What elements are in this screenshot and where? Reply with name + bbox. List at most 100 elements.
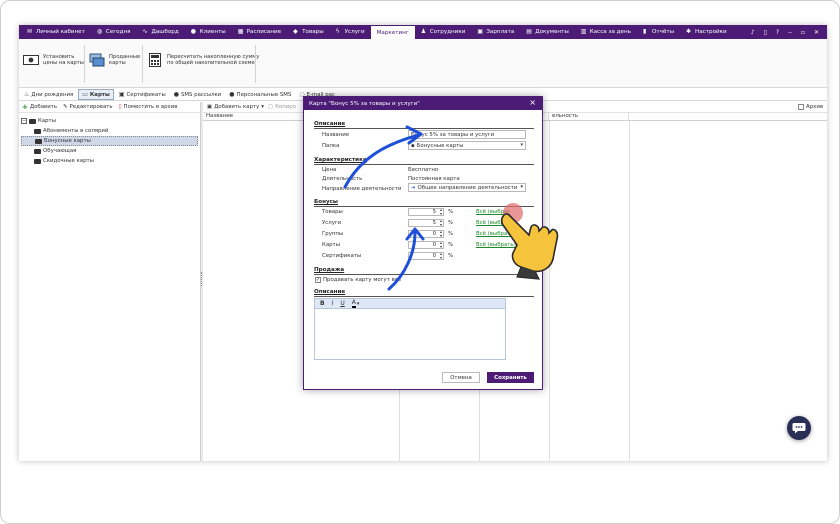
screenshot-frame: ✉ Личный кабинет ◍ Сегодня ∿ Дашборд ● Клиен… (0, 0, 840, 524)
recalc-line2: по общей накопительной схеме (167, 60, 255, 66)
tab-personal-sms[interactable]: ● Персональные SMS (226, 89, 294, 100)
pencil-icon: ✎ (63, 104, 68, 110)
nav-documents[interactable]: ▤ Документы (520, 25, 574, 39)
add-card-button[interactable]: ▣ Добавить карту ▾ (207, 104, 264, 110)
col-duration[interactable]: ельность (549, 113, 629, 120)
user-circle-icon: ● (190, 28, 196, 35)
sold-cards-button[interactable]: Проданные карты (89, 53, 140, 67)
add-button[interactable]: + Добавить (22, 103, 57, 111)
nav-reports[interactable]: ▮ Отчёты (637, 25, 680, 39)
tree-root[interactable]: − Карты (21, 116, 198, 126)
edit-button[interactable]: ✎ Редактировать (63, 104, 113, 110)
ribbon-separator (255, 45, 256, 83)
globe-icon: ◍ (96, 28, 103, 35)
bars-icon: ▮ (642, 28, 647, 35)
spin-arrows-icon[interactable]: ▴ ▾ (440, 219, 442, 227)
chevron-down-icon: ▾ (520, 184, 523, 190)
tree-item[interactable]: Обучающая (21, 146, 198, 156)
set-prices-line2: цены на карты (43, 60, 84, 66)
tree-item[interactable]: Абонементы в солярий (21, 126, 198, 136)
user-icon: ♟ (420, 28, 427, 35)
tree-item[interactable]: Скидочные карты (21, 156, 198, 166)
recalc-button[interactable]: Пересчитать накопленную сумму по общей на… (147, 53, 259, 67)
archive-checkbox[interactable] (798, 104, 805, 110)
nav-schedule[interactable]: ▦ Расписание (232, 25, 287, 39)
chevron-down-icon: ▾ (261, 104, 264, 110)
question-icon[interactable]: ? (776, 29, 779, 36)
nav-cabinet[interactable]: ✉ Личный кабинет (21, 25, 91, 39)
nav-staff[interactable]: ♟ Сотрудники (415, 25, 472, 39)
spin-arrows-icon[interactable]: ▴ ▾ (440, 241, 442, 249)
nav-settings[interactable]: ✱ Настройки (680, 25, 733, 39)
tab-sms[interactable]: ● SMS рассылки (171, 89, 225, 100)
spin-arrows-icon[interactable]: ▴ ▾ (440, 252, 442, 260)
percent-sign: % (448, 209, 454, 215)
section-sale: Продажа (314, 267, 345, 273)
ribbon-separator (84, 45, 85, 83)
left-panel: + Добавить ✎ Редактировать ▯ Поместить в ар… (19, 102, 201, 461)
banknote-icon (23, 53, 39, 67)
ribbon: Установить цены на карты Проданные карты П… (19, 39, 827, 88)
nav-marketing[interactable]: Маркетинг (370, 26, 415, 39)
cards-icon (89, 53, 105, 67)
pulse-icon: ∿ (142, 28, 148, 35)
nav-today[interactable]: ◍ Сегодня (91, 25, 137, 39)
chevron-down-icon[interactable]: ▾ (357, 301, 360, 307)
italic-button[interactable]: I (332, 300, 334, 307)
calculator-icon (147, 53, 163, 67)
folder-icon (34, 158, 41, 164)
chat-widget-button[interactable] (787, 416, 811, 440)
spin-arrows-icon[interactable]: ▴ ▾ (440, 208, 442, 216)
nav-dashboard[interactable]: ∿ Дашборд (137, 25, 185, 39)
close-icon[interactable]: × (529, 99, 536, 107)
chat-bubble-icon: ● (229, 91, 235, 98)
tab-birthdays[interactable]: ♨ Дни рождения (21, 89, 76, 100)
bonus-goods-label: Товары (322, 209, 343, 215)
percent-sign: % (448, 253, 454, 259)
bell-icon[interactable]: ♪ (751, 29, 755, 36)
collapse-icon[interactable]: − (21, 118, 27, 124)
gear-icon: ✱ (686, 28, 692, 35)
text-color-button[interactable]: A (351, 299, 356, 308)
nav-cash[interactable]: ▥ Касса за день (575, 25, 637, 39)
section-description-2: Описание (314, 289, 346, 295)
description-editor[interactable]: B I U A ▾ (314, 298, 506, 360)
top-nav: ✉ Личный кабинет ◍ Сегодня ∿ Дашборд ● Клиен… (19, 25, 827, 39)
restore-icon[interactable]: ▫ (801, 29, 805, 36)
set-prices-line1: Установить (43, 53, 75, 60)
calendar-icon: ▦ (237, 28, 244, 35)
trash-icon: ▯ (118, 104, 122, 110)
minimize-icon[interactable]: ‒ (788, 29, 792, 36)
nav-services[interactable]: ϟ Услуги (330, 25, 371, 39)
underline-button[interactable]: U (340, 300, 344, 307)
tab-cards[interactable]: ▭ Карты (78, 89, 114, 100)
archive-button[interactable]: ▯ Поместить в архив (119, 104, 178, 110)
lock-icon[interactable]: ▯ (764, 29, 767, 36)
register-icon: ▥ (580, 28, 587, 35)
archive-toggle[interactable]: Архив (798, 104, 823, 110)
close-icon[interactable]: ✕ (814, 29, 819, 36)
dialog-title: Карта "Бонус 5% за товары и услуги" (304, 97, 542, 110)
recalc-line1: Пересчитать накопленную сумму (167, 53, 260, 60)
set-prices-button[interactable]: Установить цены на карты (23, 53, 84, 67)
tree-item-selected[interactable]: Бонусные карты (21, 136, 198, 146)
box-icon: ◆ (293, 28, 298, 35)
nav-clients[interactable]: ● Клиенты (185, 25, 232, 39)
folder-icon (29, 118, 36, 124)
copy-button[interactable]: ▢ Копиро (268, 104, 296, 110)
left-toolbar: + Добавить ✎ Редактировать ▯ Поместить в ар… (19, 102, 200, 113)
grid-column-line (629, 121, 630, 461)
nav-salary[interactable]: ▣ Зарплата (471, 25, 520, 39)
card-add-icon: ▣ (207, 104, 213, 110)
tab-certificates[interactable]: ▣ Сертификаты (116, 89, 169, 100)
cancel-button[interactable]: Отмена (442, 372, 480, 383)
spin-arrows-icon[interactable]: ▴ ▾ (440, 230, 442, 238)
sell-all-checkbox[interactable]: ✓ (315, 277, 321, 283)
nav-goods[interactable]: ◆ Товары (287, 25, 330, 39)
save-button[interactable]: Сохранить (487, 372, 534, 383)
copy-icon: ▢ (267, 104, 274, 110)
document-icon: ▤ (526, 28, 532, 35)
annotation-arrow-icon (343, 125, 423, 189)
bold-button[interactable]: B (320, 300, 325, 307)
bonus-goods-stepper[interactable]: 5 ▴ ▾ (408, 208, 444, 216)
